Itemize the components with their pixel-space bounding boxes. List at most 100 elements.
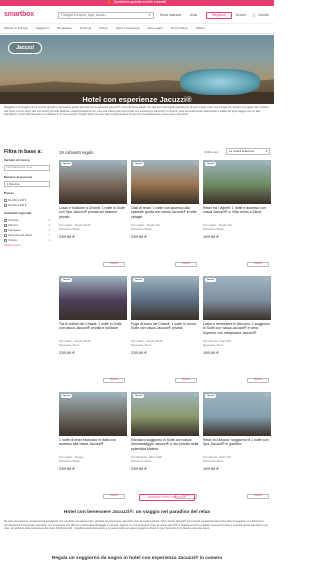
region-label: Friuli Venezia Giulia (8, 233, 32, 237)
product-image[interactable]: Jacuzzi ♡ (131, 160, 199, 204)
heart-icon[interactable]: ♡ (121, 393, 125, 399)
product-price: 239,90 € (59, 349, 75, 355)
product-card[interactable]: Jacuzzi ♡ Relax in Abruzzo: soggiorno di… (203, 392, 271, 502)
checkbox[interactable] (4, 224, 7, 227)
try-button[interactable]: PROVA (103, 378, 125, 383)
checkbox[interactable] (4, 234, 7, 237)
product-card[interactable]: Jacuzzi ♡ Tra le colline del Chianti: 1 … (59, 276, 127, 386)
heart-icon[interactable]: ♡ (265, 393, 269, 399)
checkbox[interactable] (4, 204, 7, 207)
try-button[interactable]: PROVA (247, 378, 269, 383)
price-option-label: Da 150 a 200 € (8, 198, 27, 202)
product-title[interactable]: Tra le colline del Chianti: 1 notte in S… (59, 322, 127, 340)
nav-item[interactable]: Altriche in Europa (4, 26, 28, 31)
region-label: Campania (8, 228, 21, 232)
heart-icon[interactable]: ♡ (265, 277, 269, 283)
price-option[interactable]: Da 200 a 300 € (4, 203, 54, 208)
account-link[interactable]: Accedi (236, 13, 246, 18)
product-title[interactable]: Lusso e bollicine a Chianti: 1 notte in … (59, 206, 127, 224)
product-card[interactable]: Jacuzzi ♡ Relax tra i vigneti: 1 notte e… (203, 160, 271, 270)
try-button[interactable]: PROVA (175, 262, 197, 267)
product-title[interactable]: Lusso e benessere in Abruzzo: 1 soggiorn… (203, 322, 271, 340)
product-reviews: Recensione Cliente (131, 227, 152, 231)
product-title[interactable]: Relax in Abruzzo: soggiorno di 1 notte c… (203, 438, 271, 456)
nav-item[interactable]: Benessere (57, 26, 71, 31)
product-price: 199,90 € (203, 233, 219, 239)
category-nav: Altriche in Europa Soggiorno Benessere G… (0, 24, 274, 34)
try-button[interactable]: PROVA (247, 494, 269, 499)
product-price: 239,90 € (131, 233, 147, 239)
product-card[interactable]: Jacuzzi ♡ Lusso e bollicine a Chianti: 1… (59, 160, 127, 270)
product-image[interactable]: Jacuzzi ♡ (131, 276, 199, 320)
try-button[interactable]: PROVA (247, 262, 269, 267)
site-header: smartbox Famiglia Europea, fuga, tuscan.… (0, 6, 274, 24)
heart-icon[interactable]: ♡ (121, 161, 125, 167)
jacuzzi-badge: Jacuzzi (61, 394, 72, 398)
show-all-results-button[interactable]: MOSTRA TUTTI I RISULTATI (139, 494, 195, 501)
nav-item[interactable]: Gourmet (80, 26, 92, 31)
product-reviews: Recensione Cliente (203, 459, 224, 463)
product-image[interactable]: Jacuzzi ♡ (203, 160, 271, 204)
product-card[interactable]: Jacuzzi ♡ Lusso e benessere in Abruzzo: … (203, 276, 271, 386)
cart-icon[interactable]: 🛒 (252, 13, 256, 18)
product-image[interactable]: Jacuzzi ♡ (59, 160, 127, 204)
checkbox[interactable] (4, 239, 7, 242)
help-link[interactable]: Aiuto (190, 13, 197, 18)
product-reviews: Recensione Cliente (59, 343, 80, 347)
people-select[interactable]: 1 Persona (4, 181, 50, 188)
heart-icon[interactable]: ♡ (193, 393, 197, 399)
hero-hot-tub (180, 69, 260, 95)
product-reviews: Recensione Cliente (203, 343, 224, 347)
product-title[interactable]: Relax tra i vigneti: 1 notte e accesso c… (203, 206, 271, 224)
product-image[interactable]: Jacuzzi ♡ (131, 392, 199, 436)
checkbox[interactable] (4, 199, 7, 202)
product-reviews: Recensione Cliente (131, 343, 152, 347)
jacuzzi-badge: Jacuzzi (205, 278, 216, 282)
product-image[interactable]: Jacuzzi ♡ (59, 392, 127, 436)
nav-item[interactable]: Tempo libero (171, 26, 188, 31)
sort-select[interactable]: La nostra selezione (226, 148, 270, 155)
cart-label[interactable]: Carrello (258, 13, 269, 18)
product-title[interactable]: 1 notte di relax esclusivo in Italia con… (59, 438, 127, 456)
product-card[interactable]: Jacuzzi ♡ 1 notte di relax esclusivo in … (59, 392, 127, 502)
product-title[interactable]: Oasi di relax: 1 notte con accesso alla … (131, 206, 199, 224)
nav-item[interactable]: Offerte (196, 26, 205, 31)
product-card[interactable]: Jacuzzi ♡ Fuga di lusso nel Chianti: 1 n… (131, 276, 199, 386)
heart-icon[interactable]: ♡ (265, 161, 269, 167)
heart-icon[interactable]: ♡ (193, 277, 197, 283)
product-price: 239,90 € (59, 465, 75, 471)
filter-sidebar: Termini di ricerca Famiglia Europa, fuga… (4, 158, 54, 247)
product-image[interactable]: Jacuzzi ♡ (203, 276, 271, 320)
region-option[interactable]: Umbria 1 (4, 238, 54, 243)
product-card[interactable]: Jacuzzi ♡ Oasi di relax: 1 notte con acc… (131, 160, 199, 270)
search-icon[interactable]: ⌕ (146, 12, 153, 18)
show-more-filters-link[interactable]: Scopri di più ▾ (4, 244, 54, 247)
product-title[interactable]: Fuga di lusso nel Chianti: 1 notte in Ju… (131, 322, 199, 340)
nav-item[interactable]: Motori (99, 26, 107, 31)
heart-icon[interactable]: ♡ (121, 277, 125, 283)
jacuzzi-badge: Jacuzzi (61, 162, 72, 166)
product-image[interactable]: Jacuzzi ♡ (59, 276, 127, 320)
region-count: 1 (48, 233, 51, 237)
smartbox-logo[interactable]: smartbox (4, 11, 34, 19)
nav-item[interactable]: Soggiorno (36, 26, 50, 31)
try-button[interactable]: PROVA (103, 494, 125, 499)
product-price: 199,90 € (203, 349, 219, 355)
product-title[interactable]: Esclusivo soggiorno in Suite con vasca i… (131, 438, 199, 456)
nav-item[interactable]: Sport e Avventura (116, 26, 140, 31)
section-text: Ne siete sicuramente un'esperienza avvol… (4, 520, 268, 530)
product-image[interactable]: Jacuzzi ♡ (203, 392, 271, 436)
regala-button[interactable]: Regalare (206, 12, 232, 19)
filter-search-input[interactable]: Famiglia Europa, fuga... (4, 164, 50, 171)
try-button[interactable]: PROVA (175, 378, 197, 383)
nav-item[interactable]: Idee regalo (148, 26, 163, 31)
price-option-label: Da 200 a 300 € (8, 203, 27, 207)
checkbox[interactable] (4, 219, 7, 222)
try-button[interactable]: PROVA (103, 262, 125, 267)
gift-card-link[interactable]: Buoni cadeaux (160, 13, 181, 18)
product-card[interactable]: Jacuzzi ♡ Esclusivo soggiorno in Suite c… (131, 392, 199, 502)
checkbox[interactable] (4, 229, 7, 232)
results-count: 19 cofanetti regalo (59, 150, 94, 155)
search-input[interactable]: Famiglia Europea, fuga, tuscan... ⌕ (58, 12, 154, 19)
heart-icon[interactable]: ♡ (193, 161, 197, 167)
